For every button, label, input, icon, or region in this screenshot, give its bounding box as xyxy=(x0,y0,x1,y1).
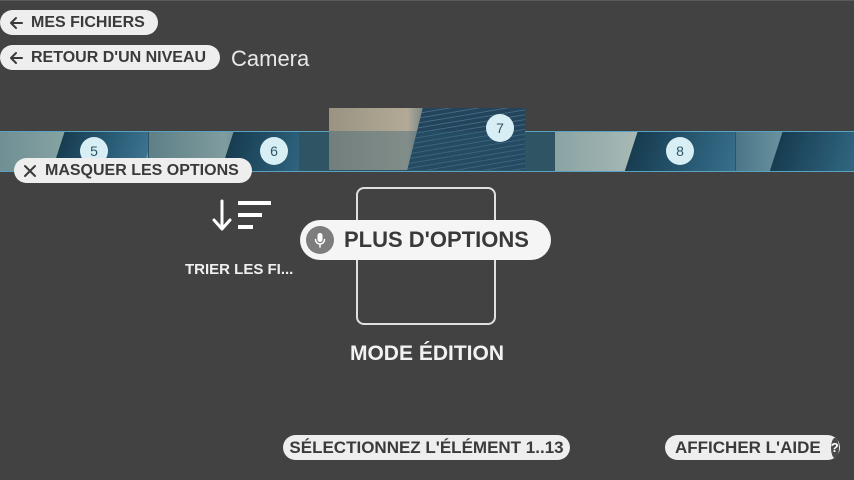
hide-options-button[interactable]: MASQUER LES OPTIONS xyxy=(14,158,252,183)
more-options-label: PLUS D'OPTIONS xyxy=(344,227,529,252)
current-folder-title: Camera xyxy=(231,46,310,71)
microphone-icon xyxy=(306,226,334,254)
my-files-label: MES FICHIERS xyxy=(31,13,145,31)
more-options-button[interactable]: PLUS D'OPTIONS xyxy=(300,220,551,260)
back-one-level-label: RETOUR D'UN NIVEAU xyxy=(31,48,207,66)
thumbnail-8[interactable] xyxy=(555,132,735,171)
thumbnail-number-badge: 6 xyxy=(260,137,288,165)
edit-mode-label[interactable]: MODE ÉDITION xyxy=(300,342,554,366)
back-one-level-button[interactable]: RETOUR D'UN NIVEAU xyxy=(0,45,220,70)
arrow-left-icon xyxy=(7,49,25,67)
hide-options-label: MASQUER LES OPTIONS xyxy=(45,161,239,179)
sort-icon[interactable] xyxy=(211,199,273,233)
show-help-label: AFFICHER L'AIDE xyxy=(675,437,821,457)
close-icon xyxy=(21,162,39,180)
arrow-left-icon xyxy=(7,14,25,32)
my-files-button[interactable]: MES FICHIERS xyxy=(0,10,158,35)
sort-files-label[interactable]: TRIER LES FI... xyxy=(185,261,305,278)
select-item-button[interactable]: SÉLECTIONNEZ L'ÉLÉMENT 1..13 xyxy=(283,435,570,460)
show-help-button[interactable]: AFFICHER L'AIDE ? xyxy=(665,435,840,460)
thumbnail-9[interactable] xyxy=(736,132,854,171)
help-icon: ? xyxy=(830,437,839,458)
select-item-label: SÉLECTIONNEZ L'ÉLÉMENT 1..13 xyxy=(289,437,564,457)
top-divider xyxy=(0,0,854,1)
thumbnail-number-badge: 7 xyxy=(486,114,514,142)
thumbnail-number-badge: 8 xyxy=(666,137,694,165)
